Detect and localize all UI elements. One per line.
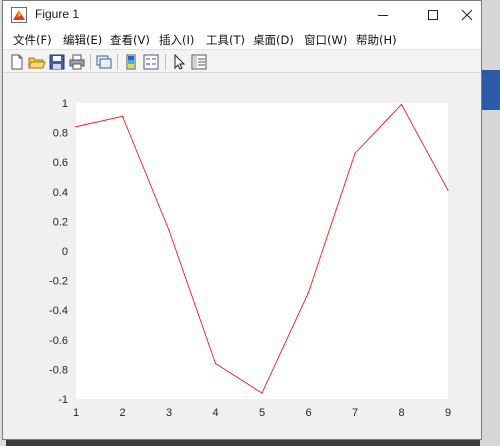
data-point: [400, 103, 403, 106]
y-tick-label: 0: [62, 246, 68, 258]
menu-bar: 文件(F) 编辑(E) 查看(V) 插入(I) 工具(T) 桌面(D) 窗口(W…: [3, 29, 481, 49]
data-point: [121, 115, 124, 117]
minimize-icon: [378, 15, 388, 16]
colorbar-icon[interactable]: [122, 53, 140, 71]
data-point: [447, 189, 449, 191]
data-point: [354, 152, 356, 154]
x-tick-label: 3: [166, 407, 172, 419]
y-tick-label: 0.4: [53, 187, 68, 199]
menu-insert[interactable]: 插入(I): [159, 32, 194, 48]
x-tick-label: 2: [119, 407, 125, 419]
background-window-edge-right: [480, 0, 500, 446]
menu-desktop[interactable]: 桌面(D): [253, 32, 294, 48]
menu-tools[interactable]: 工具(T): [206, 32, 245, 48]
y-tick-label: 0.6: [53, 157, 68, 169]
figure-window: Figure 1 文件(F) 编辑(E) 查看(V) 插入(I) 工具(T) 桌…: [2, 0, 482, 440]
x-tick-label: 8: [398, 407, 404, 419]
menu-view[interactable]: 查看(V): [110, 32, 150, 48]
open-file-icon[interactable]: [28, 53, 46, 71]
x-tick-label: 7: [352, 407, 358, 419]
close-icon: [461, 9, 473, 21]
x-tick-label: 5: [259, 407, 265, 419]
data-point: [214, 362, 217, 365]
y-tick-label: 0.2: [53, 216, 68, 228]
legend-icon[interactable]: [142, 53, 160, 71]
toolbar-separator: [90, 54, 91, 70]
line-chart[interactable]: 1 0.8 0.6 0.4 0.2 0 -0.2 -0.4 -0.6 -0.8 -1 1 2 3 4 5 6 7…: [3, 73, 481, 439]
toolbar-separator: [117, 54, 118, 70]
y-tick-label: -0.6: [49, 335, 68, 347]
maximize-button[interactable]: [413, 1, 453, 29]
maximize-icon: [428, 10, 438, 20]
matlab-figure-icon: [11, 7, 27, 23]
axes-background: [76, 103, 448, 399]
x-tick-label: 4: [212, 407, 218, 419]
toolbar-separator: [165, 54, 166, 70]
link-plot-icon[interactable]: [95, 53, 113, 71]
menu-help[interactable]: 帮助(H): [356, 32, 397, 48]
minimize-button[interactable]: [363, 1, 403, 29]
figure-toolbar: [3, 49, 481, 73]
close-button[interactable]: [453, 1, 481, 29]
y-tick-label: 1: [62, 98, 68, 110]
data-point: [168, 229, 170, 231]
data-point: [261, 392, 263, 394]
menu-file[interactable]: 文件(F): [13, 32, 52, 48]
x-tick-label: 6: [305, 407, 311, 419]
property-editor-icon[interactable]: [190, 53, 208, 71]
data-point: [307, 291, 310, 294]
menu-edit[interactable]: 编辑(E): [63, 32, 102, 48]
print-icon[interactable]: [68, 53, 86, 71]
x-tick-label: 1: [73, 407, 79, 419]
y-tick-label: -0.2: [49, 276, 68, 288]
menu-window[interactable]: 窗口(W): [304, 32, 347, 48]
title-bar[interactable]: Figure 1: [3, 1, 481, 29]
y-tick-label: -0.8: [49, 364, 68, 376]
y-tick-label: -1: [58, 394, 68, 406]
data-point: [75, 126, 77, 128]
x-tick-label: 9: [445, 407, 451, 419]
window-title: Figure 1: [35, 7, 80, 21]
y-tick-label: 0.8: [53, 128, 68, 140]
new-figure-icon[interactable]: [8, 53, 26, 71]
pointer-icon[interactable]: [170, 53, 188, 71]
background-window-titlebar: [480, 70, 500, 110]
y-tick-label: -0.4: [49, 305, 68, 317]
figure-canvas[interactable]: 1 0.8 0.6 0.4 0.2 0 -0.2 -0.4 -0.6 -0.8 -1 1 2 3 4 5 6 7…: [3, 73, 481, 439]
save-icon[interactable]: [48, 53, 66, 71]
